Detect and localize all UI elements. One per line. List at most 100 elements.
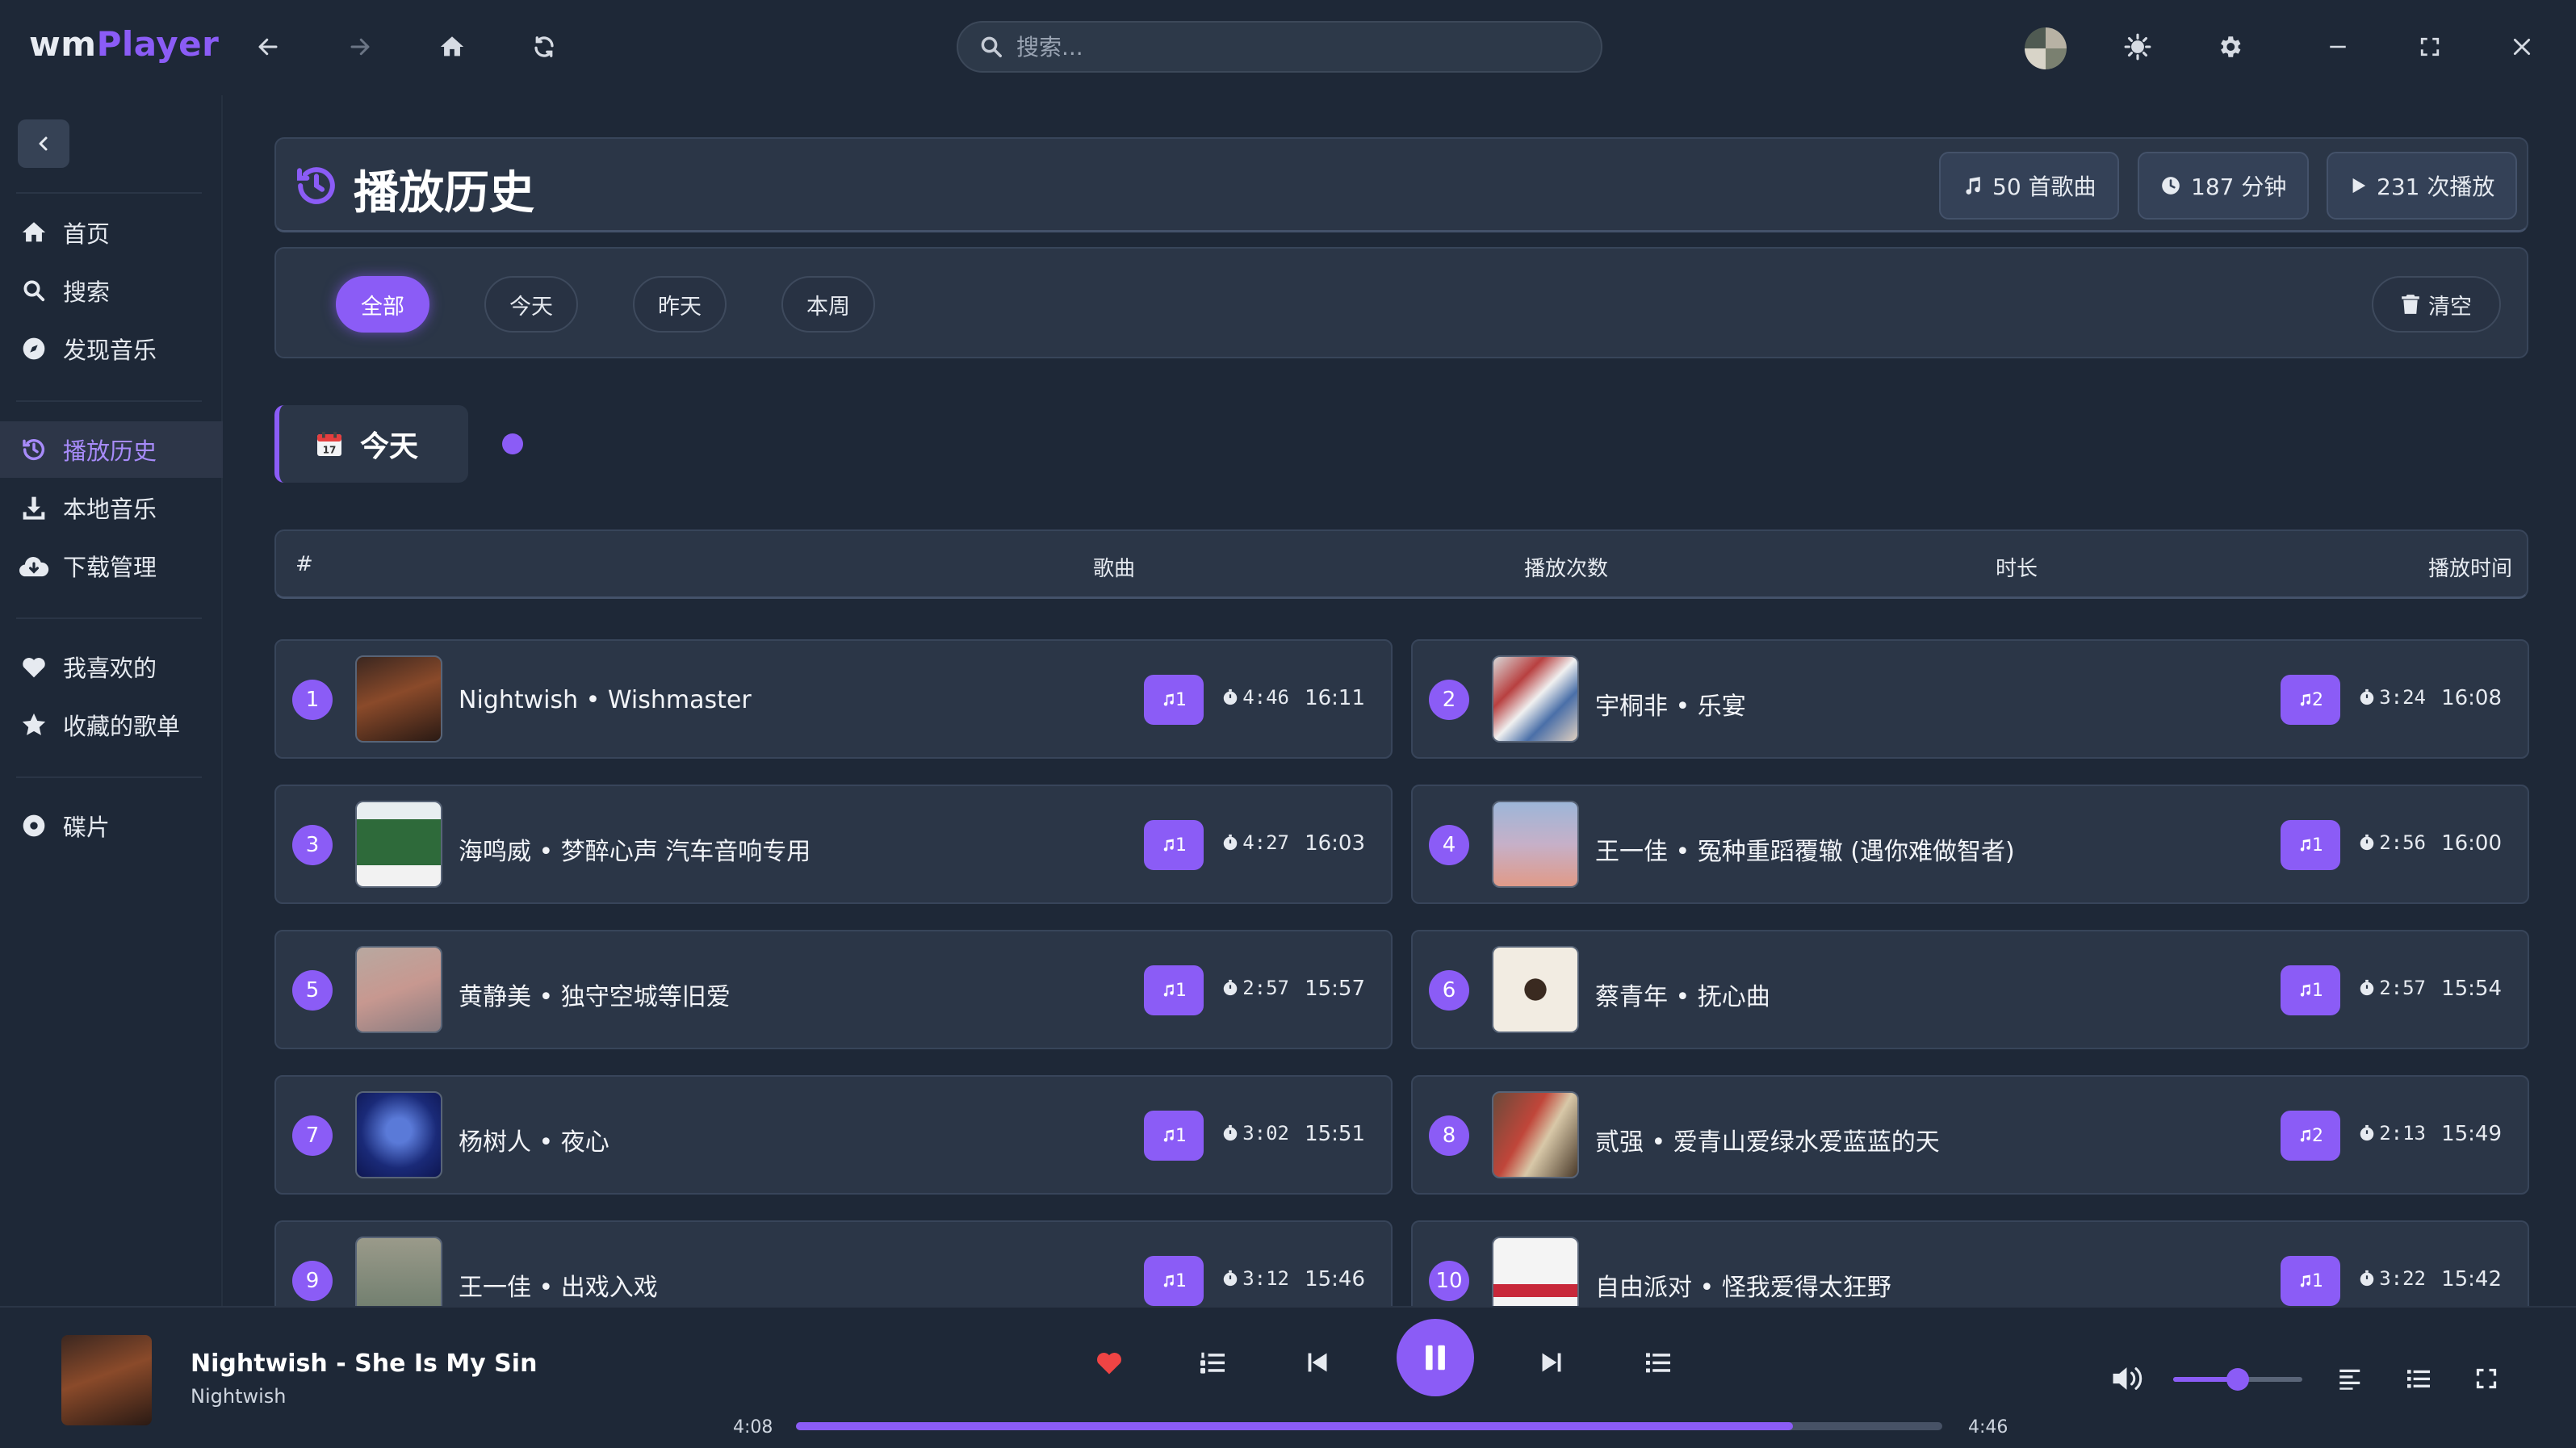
stopwatch-icon (2360, 1270, 2374, 1287)
pause-button[interactable] (1397, 1319, 1474, 1396)
song-row[interactable]: 3 海鸣威 • 梦醉心声 汽车音响专用 1 4:27 16:03 (274, 785, 1393, 904)
volume-slider[interactable] (2173, 1368, 2302, 1391)
album-cover (355, 801, 442, 888)
song-row[interactable]: 7 杨树人 • 夜心 1 3:02 15:51 (274, 1075, 1393, 1195)
song-row[interactable]: 5 黄静美 • 独守空城等旧爱 1 2:57 15:57 (274, 930, 1393, 1049)
song-duration: 3:24 (2358, 686, 2426, 709)
back-button[interactable] (245, 24, 291, 69)
search-icon (18, 274, 50, 307)
music-note-icon (1163, 693, 1174, 706)
settings-button[interactable] (2207, 24, 2252, 69)
row-number: 1 (292, 680, 333, 720)
sidebar-item-search[interactable]: 搜索 (0, 262, 223, 319)
collapse-sidebar-button[interactable] (18, 119, 69, 168)
song-title: 自由派对 • 怪我爱得太狂野 (1595, 1274, 1891, 1302)
row-number: 3 (292, 825, 333, 865)
song-title: 贰强 • 爱青山爱绿水爱蓝蓝的天 (1595, 1128, 1940, 1157)
sidebar-item-home[interactable]: 首页 (0, 204, 223, 261)
maximize-button[interactable] (2407, 24, 2452, 69)
music-note-icon (2300, 1274, 2310, 1287)
filter-today[interactable]: 今天 (484, 276, 578, 333)
now-playing-cover[interactable] (61, 1335, 152, 1425)
song-title: 宇桐非 • 乐宴 (1595, 693, 1746, 721)
volume-button[interactable] (2105, 1356, 2151, 1401)
minimize-button[interactable] (2315, 24, 2360, 69)
sidebar-item-history[interactable]: 播放历史 (0, 421, 223, 478)
music-note-icon (1966, 177, 1980, 195)
row-number: 9 (292, 1261, 333, 1301)
sidebar-item-discover[interactable]: 发现音乐 (0, 320, 223, 377)
song-row[interactable]: 10 自由派对 • 怪我爱得太狂野 1 3:22 15:42 (1411, 1220, 2529, 1306)
previous-button[interactable] (1295, 1340, 1340, 1385)
music-note-icon (1163, 984, 1174, 997)
filter-this-week[interactable]: 本周 (781, 276, 875, 333)
song-row[interactable]: 1 Nightwish • Wishmaster 1 4:46 16:11 (274, 639, 1393, 759)
history-icon (18, 433, 50, 466)
album-cover (355, 1237, 442, 1306)
trash-icon (2402, 295, 2419, 314)
pause-icon (1426, 1345, 1445, 1371)
song-row[interactable]: 9 王一佳 • 出戏入戏 1 3:12 15:46 (274, 1220, 1393, 1306)
sidebar-item-label: 搜索 (63, 278, 111, 306)
filter-all[interactable]: 全部 (336, 276, 429, 333)
album-cover (1492, 801, 1579, 888)
sidebar-divider (16, 776, 202, 778)
song-row[interactable]: 2 宇桐非 • 乐宴 2 3:24 16:08 (1411, 639, 2529, 759)
song-title: 杨树人 • 夜心 (459, 1128, 609, 1157)
refresh-button[interactable] (521, 24, 567, 69)
filter-yesterday[interactable]: 昨天 (633, 276, 727, 333)
like-button[interactable] (1087, 1340, 1132, 1385)
album-cover (355, 946, 442, 1033)
volume-knob[interactable] (2226, 1368, 2249, 1391)
star-icon (18, 709, 50, 741)
song-duration: 2:57 (1221, 977, 1289, 999)
search-input[interactable] (1016, 33, 1581, 61)
played-at: 15:54 (2441, 977, 2502, 1001)
play-count-badge: 2 (2281, 675, 2340, 725)
history-icon (296, 167, 335, 204)
search-bar[interactable] (957, 21, 1602, 73)
next-button[interactable] (1529, 1340, 1574, 1385)
song-duration: 4:27 (1221, 831, 1289, 854)
progress-bar[interactable] (796, 1422, 1942, 1430)
home-button[interactable] (429, 24, 475, 69)
sidebar-item-downloads[interactable]: 下载管理 (0, 538, 223, 594)
skip-next-icon (1542, 1353, 1561, 1372)
queue-button[interactable] (1636, 1340, 1681, 1385)
album-cover (1492, 1091, 1579, 1178)
song-title: 蔡青年 • 抚心曲 (1595, 983, 1770, 1011)
song-row[interactable]: 8 贰强 • 爱青山爱绿水爱蓝蓝的天 2 2:13 15:49 (1411, 1075, 2529, 1195)
play-count-badge: 1 (2281, 965, 2340, 1015)
play-count-badge: 1 (1144, 965, 1204, 1015)
close-button[interactable] (2499, 24, 2545, 69)
theme-toggle-button[interactable] (2115, 24, 2160, 69)
fullscreen-button[interactable] (2464, 1356, 2509, 1401)
minimize-icon (2330, 45, 2346, 48)
song-duration: 3:02 (1221, 1122, 1289, 1145)
now-playing-artist[interactable]: Nightwish (191, 1385, 287, 1408)
clear-history-button[interactable]: 清空 (2372, 276, 2501, 333)
play-count-badge: 1 (2281, 1256, 2340, 1306)
song-duration: 3:12 (1221, 1267, 1289, 1290)
forward-button[interactable] (337, 24, 383, 69)
song-row[interactable]: 6 蔡青年 • 抚心曲 1 2:57 15:54 (1411, 930, 2529, 1049)
playlist-button[interactable] (2396, 1356, 2441, 1401)
sidebar-item-local-music[interactable]: 本地音乐 (0, 479, 223, 536)
played-at: 16:00 (2441, 831, 2502, 856)
song-row[interactable]: 4 王一佳 • 冤种重蹈覆辙 (遇你难做智者) 1 2:56 16:00 (1411, 785, 2529, 904)
refresh-icon (534, 36, 554, 57)
song-duration: 2:57 (2358, 977, 2426, 999)
played-at: 15:42 (2441, 1267, 2502, 1291)
song-title: 海鸣威 • 梦醉心声 汽车音响专用 (459, 838, 811, 866)
play-mode-button[interactable] (1190, 1340, 1235, 1385)
user-avatar[interactable] (2025, 27, 2067, 69)
sidebar-item-liked[interactable]: 我喜欢的 (0, 638, 223, 695)
calendar-icon: 17 (317, 432, 341, 456)
sidebar-item-playlists[interactable]: 收藏的歌单 (0, 697, 223, 753)
page-title: 播放历史 (354, 167, 534, 220)
sidebar-item-disc[interactable]: 碟片 (0, 797, 223, 854)
column-header-plays: 播放次数 (1524, 557, 1609, 581)
lyrics-button[interactable] (2328, 1356, 2373, 1401)
timeline-dot (502, 433, 523, 454)
heart-icon (18, 651, 50, 683)
